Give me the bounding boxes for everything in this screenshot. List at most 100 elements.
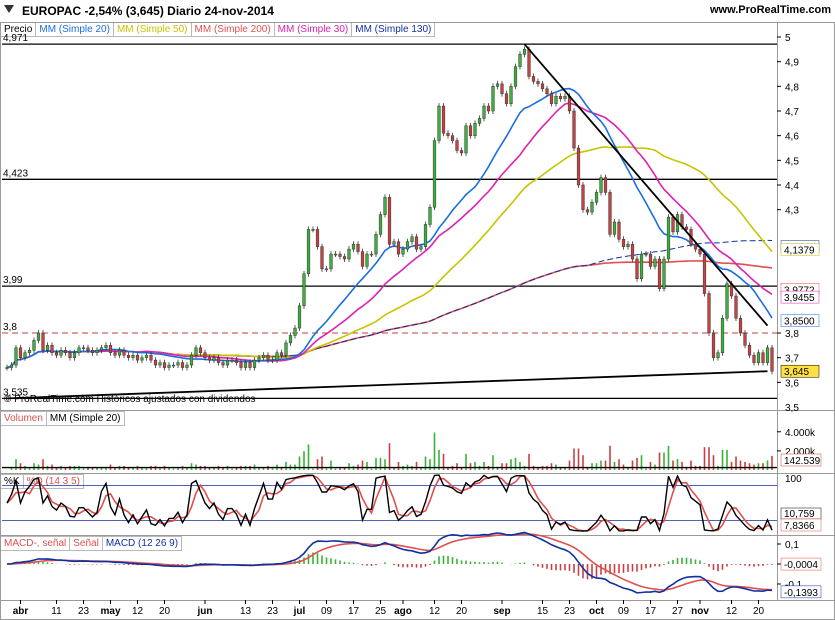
volume-last-label: 142.539 [784,456,821,467]
candle-body [518,54,522,67]
macd-tick-label: 0,1 [785,540,799,551]
price-tick-label: 3,8 [785,329,799,340]
date-tick-label: may [100,606,120,617]
candle-body [666,216,671,260]
candle-body [599,177,603,193]
candle-body [720,317,725,353]
candle-body [302,273,306,307]
candle-body [243,362,248,368]
candle-body [270,359,275,362]
date-tick-label: 20 [456,606,468,617]
candle-body [194,347,198,356]
level-label: 4,971 [3,33,28,44]
candle-body [630,243,635,260]
candle-body [693,243,698,250]
stock-chart[interactable]: 3,6 3,7 3,8 4,3 4,4 4,5 4,6 4,7 4,8 4,9 5 3,5 4,971 4… [0,0,835,620]
candle-body [734,295,738,319]
candle-body [212,357,216,361]
candle-body [311,229,315,231]
date-tick-label: 09 [321,606,333,617]
date-tick-label: 12 [132,606,144,617]
price-tick-label: 4,5 [785,156,799,167]
candle-body [603,177,608,193]
candle-body [738,317,743,334]
candle-body [239,362,243,368]
candle-body [315,229,320,247]
candle-body [207,357,212,361]
candle-body [396,241,401,255]
candle-body [203,352,207,358]
candle-body [248,362,252,368]
candle-body [23,352,27,358]
candle-body [756,352,761,363]
candle-body [279,352,284,356]
candle-body [545,88,549,94]
candle-body [558,95,563,99]
candle-body [743,332,747,346]
candle-body [32,340,36,351]
candle-body [54,352,59,356]
date-tick-label: 13 [240,606,252,617]
date-tick-label: 27 [672,606,684,617]
candle-body [513,66,518,87]
date-tick-label: 23 [78,606,90,617]
date-tick-label: 11 [51,606,62,617]
macd-line [6,531,773,594]
candle-body [342,256,347,260]
candle-body [707,293,711,334]
candle-body [639,253,644,279]
candle-body [653,258,657,267]
candle-body [765,347,770,363]
candle-body [383,197,387,215]
candle-body [423,224,428,247]
candle-body [711,332,716,358]
candle-body [392,241,396,245]
candle-body [702,253,707,294]
candle-body [554,95,558,104]
candle-body [333,253,338,256]
last-value-label: 3,9455 [784,293,815,304]
candle-body [234,359,239,363]
candle-body [635,258,639,279]
level-label: 3,8 [3,322,17,333]
candle-body [495,83,500,87]
candle-body [63,350,68,353]
candle-body [324,268,329,271]
candle-body [113,352,117,356]
date-tick-label: 09 [618,606,630,617]
candle-body [297,305,302,329]
candle-body [563,95,567,99]
candle-body [369,253,374,256]
candle-body [171,364,176,367]
candle-body [446,132,450,136]
candle-body [99,347,104,351]
candle-body [590,202,594,213]
candle-body [36,332,41,341]
candle-body [527,49,531,77]
candle-body [117,350,122,356]
candle-body [365,253,369,267]
candle-body [464,125,468,154]
candle-body [770,347,774,372]
candle-body [455,140,459,151]
candle-body [459,150,464,154]
candle-body [441,105,446,134]
candle-body [747,345,752,356]
candle-body [293,327,297,336]
price-tick-label: 3,7 [785,354,799,365]
candle-body [657,258,662,289]
candle-body [608,192,612,235]
candle-body [122,350,126,356]
candle-body [387,197,392,245]
candle-body [540,83,545,90]
candle-body [500,83,504,94]
candle-body [261,354,266,358]
candle-body [86,347,90,351]
date-tick-label: nov [691,606,709,617]
candle-body [536,81,540,85]
candle-body [432,140,437,208]
candle-body [581,184,585,210]
candle-body [189,354,194,366]
candle-body [504,93,509,104]
candle-body [405,241,410,250]
